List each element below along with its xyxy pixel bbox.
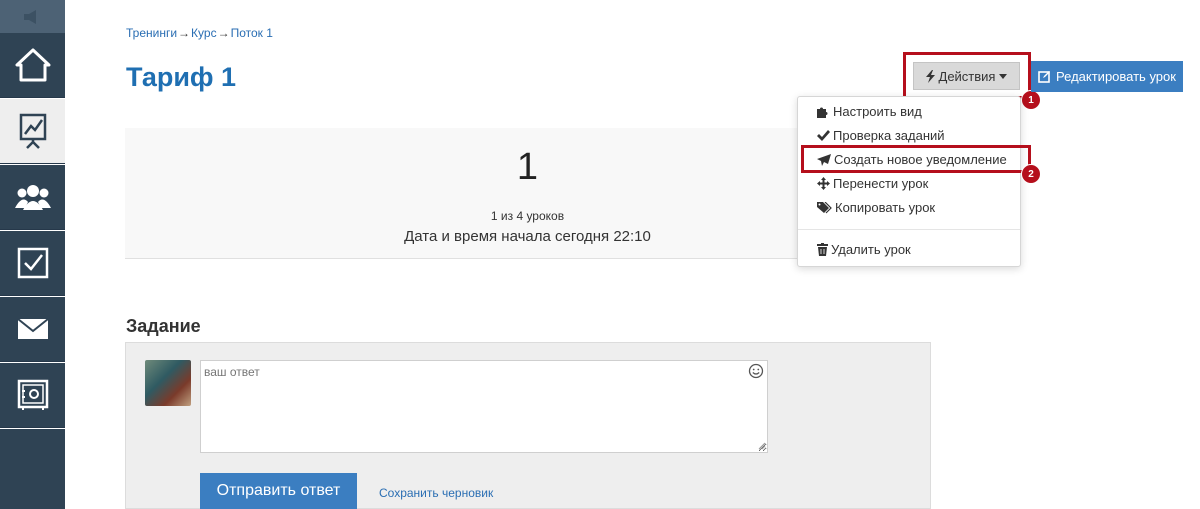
users-icon <box>14 185 51 210</box>
breadcrumb-item-course[interactable]: Курс <box>191 26 217 40</box>
menu-item-copy-lesson[interactable]: Копировать урок <box>817 200 935 215</box>
sidebar-item-trainings[interactable] <box>0 99 65 164</box>
resize-grip-icon[interactable] <box>758 442 766 450</box>
home-icon <box>15 48 50 82</box>
trash-icon <box>817 243 828 256</box>
chart-board-icon <box>19 113 46 149</box>
answer-input[interactable] <box>200 360 768 453</box>
breadcrumb-separator: → <box>178 26 191 40</box>
sidebar <box>0 0 65 509</box>
menu-item-move-lesson[interactable]: Перенести урок <box>817 176 928 191</box>
save-draft-link[interactable]: Сохранить черновик <box>379 486 493 500</box>
step-badge-2: 2 <box>1021 164 1041 184</box>
menu-item-check-tasks[interactable]: Проверка заданий <box>817 128 945 143</box>
sidebar-item-tasks[interactable] <box>0 231 65 296</box>
highlight-frame-create-notification <box>801 145 1031 173</box>
edit-icon <box>1038 71 1051 83</box>
menu-divider <box>798 229 1020 230</box>
speaker-icon <box>23 9 36 24</box>
task-title: Задание <box>126 316 201 336</box>
tags-icon <box>817 201 832 213</box>
check-icon <box>817 130 830 141</box>
highlight-frame-actions <box>903 52 1031 99</box>
sidebar-filler <box>0 429 65 509</box>
sidebar-item-messages[interactable] <box>0 297 65 362</box>
breadcrumb: Тренинги→Курс→Поток 1 <box>126 26 273 40</box>
envelope-icon <box>16 318 49 339</box>
move-icon <box>817 177 830 190</box>
sidebar-item-safe[interactable] <box>0 363 65 428</box>
safe-icon <box>17 379 48 410</box>
edit-lesson-button[interactable]: Редактировать урок <box>1031 61 1183 92</box>
menu-item-delete-lesson[interactable]: Удалить урок <box>817 242 911 257</box>
breadcrumb-item-trainings[interactable]: Тренинги <box>126 26 177 40</box>
page-title: Тариф 1 <box>126 62 237 92</box>
smile-icon[interactable] <box>748 363 764 379</box>
sidebar-collapse-toggle[interactable] <box>0 0 65 33</box>
puzzle-icon <box>817 107 828 118</box>
sidebar-item-home[interactable] <box>0 33 65 98</box>
breadcrumb-separator: → <box>217 26 230 40</box>
actions-dropdown-menu: Настроить вид Проверка заданий Создать н… <box>797 96 1021 267</box>
breadcrumb-item-stream[interactable]: Поток 1 <box>231 26 273 40</box>
checkbox-icon <box>17 247 48 279</box>
menu-item-configure-view[interactable]: Настроить вид <box>817 104 922 119</box>
sidebar-item-users[interactable] <box>0 165 65 230</box>
step-badge-1: 1 <box>1021 90 1041 110</box>
avatar <box>145 360 191 406</box>
send-answer-button[interactable]: Отправить ответ <box>200 473 357 509</box>
edit-lesson-label: Редактировать урок <box>1056 69 1176 84</box>
